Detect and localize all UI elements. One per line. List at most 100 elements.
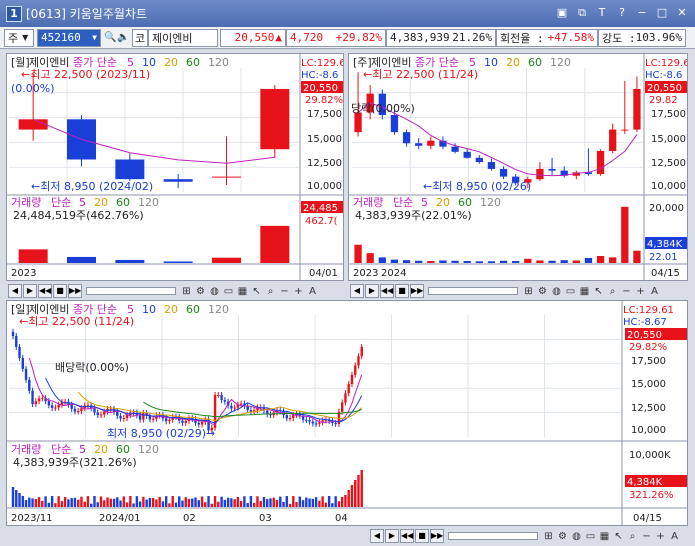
zoom-in-icon[interactable]: + bbox=[654, 530, 667, 543]
weekly-volume-tag: 4,384K bbox=[647, 239, 683, 250]
copy-window-icon[interactable]: ⧉ bbox=[575, 6, 589, 20]
weekly-y-tick: 12,500 bbox=[651, 158, 686, 169]
stop-button[interactable]: ■ bbox=[395, 284, 409, 298]
maximize-icon[interactable]: □ bbox=[655, 6, 669, 20]
daily-candle bbox=[93, 408, 96, 413]
zoom-icon[interactable]: ⌕ bbox=[606, 285, 619, 298]
daily-low-label: 최저 8,950 (02/29)→ bbox=[107, 427, 215, 440]
daily-price-tag: 20,550 bbox=[627, 330, 662, 341]
chevron-down-icon: ▼ bbox=[22, 33, 29, 42]
window-icon[interactable]: ▭ bbox=[584, 530, 597, 543]
forward-button[interactable]: ▶▶ bbox=[410, 284, 424, 298]
settings-icon[interactable]: ⚙ bbox=[536, 285, 549, 298]
daily-candle bbox=[148, 415, 152, 420]
crosshair-icon[interactable]: ⊞ bbox=[542, 530, 555, 543]
search-icon[interactable]: 🔍 bbox=[104, 31, 117, 44]
scroll-right-button[interactable]: ▶ bbox=[385, 529, 399, 543]
market-select[interactable]: 주 ▼ bbox=[4, 28, 34, 47]
draw-line-icon[interactable]: ↖ bbox=[250, 285, 263, 298]
scroll-right-button[interactable]: ▶ bbox=[365, 284, 379, 298]
minimize-icon[interactable]: − bbox=[635, 6, 649, 20]
stock-code-input[interactable]: 452160 ▼ bbox=[37, 28, 101, 47]
current-price: 20,550 bbox=[234, 31, 275, 44]
rewind-button[interactable]: ◀◀ bbox=[380, 284, 394, 298]
crosshair-icon[interactable]: ⊞ bbox=[522, 285, 535, 298]
font-icon[interactable]: A bbox=[668, 530, 681, 543]
crosshair-icon[interactable]: ⊞ bbox=[180, 285, 193, 298]
daily-volume-bar bbox=[266, 499, 269, 507]
scroll-left-button[interactable]: ◀ bbox=[350, 284, 364, 298]
text-icon[interactable]: T bbox=[595, 6, 609, 20]
weekly-volume-bar bbox=[415, 260, 423, 263]
close-icon[interactable]: ✕ bbox=[675, 6, 689, 20]
stop-button[interactable]: ■ bbox=[53, 284, 67, 298]
daily-candle bbox=[80, 408, 83, 412]
scroll-slider[interactable] bbox=[86, 287, 176, 295]
strength-label: 강도 : bbox=[602, 31, 636, 45]
price-change: 4,720 bbox=[290, 31, 324, 44]
weekly-hc-label: HC:-8.6 bbox=[645, 70, 682, 81]
zoom-out-icon[interactable]: − bbox=[620, 285, 633, 298]
forward-button[interactable]: ▶▶ bbox=[68, 284, 82, 298]
scroll-left-button[interactable]: ◀ bbox=[370, 529, 384, 543]
daily-chart-panel: [일] 제이엔비 종가 단순 5 10 20 60 120 ←최고 22,500 (11/24)… bbox=[6, 300, 688, 526]
weekly-candle bbox=[402, 132, 411, 144]
indicator-icon[interactable]: ◍ bbox=[550, 285, 563, 298]
help-icon[interactable]: ? bbox=[615, 6, 629, 20]
daily-volume-bar bbox=[285, 496, 288, 507]
daily-volume-bar bbox=[184, 497, 187, 507]
rewind-button[interactable]: ◀◀ bbox=[400, 529, 414, 543]
settings-icon[interactable]: ⚙ bbox=[556, 530, 569, 543]
daily-volume-bar bbox=[246, 503, 249, 507]
zoom-in-icon[interactable]: + bbox=[634, 285, 647, 298]
daily-candle bbox=[344, 393, 347, 403]
draw-line-icon[interactable]: ↖ bbox=[592, 285, 605, 298]
window-icon[interactable]: ▭ bbox=[222, 285, 235, 298]
draw-line-icon[interactable]: ↖ bbox=[612, 530, 625, 543]
daily-candle bbox=[217, 394, 220, 396]
daily-candle bbox=[357, 356, 360, 366]
daily-candle bbox=[76, 411, 80, 413]
zoom-icon[interactable]: ⌕ bbox=[264, 285, 277, 298]
scroll-slider[interactable] bbox=[428, 287, 518, 295]
layout-icon[interactable]: ▣ bbox=[555, 6, 569, 20]
grid-icon[interactable]: ▦ bbox=[578, 285, 591, 298]
scroll-right-button[interactable]: ▶ bbox=[23, 284, 37, 298]
window-icon[interactable]: ▭ bbox=[564, 285, 577, 298]
daily-x-right: 04/15 bbox=[633, 513, 662, 524]
zoom-out-icon[interactable]: − bbox=[278, 285, 291, 298]
settings-icon[interactable]: ⚙ bbox=[194, 285, 207, 298]
rewind-button[interactable]: ◀◀ bbox=[38, 284, 52, 298]
daily-candle bbox=[24, 368, 28, 380]
type-label: 코 bbox=[135, 31, 146, 45]
forward-button[interactable]: ▶▶ bbox=[430, 529, 444, 543]
daily-volume-bar bbox=[282, 501, 285, 507]
daily-volume-bar bbox=[213, 496, 217, 507]
weekly-candle bbox=[475, 157, 483, 163]
monthly-volume-tag: 24,485 bbox=[303, 203, 338, 214]
stock-name-box: 제이엔비 bbox=[148, 28, 218, 47]
daily-candle bbox=[119, 416, 122, 419]
font-icon[interactable]: A bbox=[306, 285, 319, 298]
speaker-icon[interactable]: 🔈 bbox=[117, 31, 130, 44]
scroll-left-button[interactable]: ◀ bbox=[8, 284, 22, 298]
font-icon[interactable]: A bbox=[648, 285, 661, 298]
grid-icon[interactable]: ▦ bbox=[598, 530, 611, 543]
scroll-slider[interactable] bbox=[448, 532, 538, 540]
indicator-icon[interactable]: ◍ bbox=[570, 530, 583, 543]
daily-volume-bar bbox=[298, 496, 302, 507]
weekly-high-label: ←최고 22,500 (11/24) bbox=[363, 68, 478, 81]
window-titlebar: 1 [0613] 키움일주월차트 ▣ ⧉ T ? − □ ✕ bbox=[0, 0, 695, 27]
weekly-volume-bar bbox=[609, 257, 617, 263]
zoom-in-icon[interactable]: + bbox=[292, 285, 305, 298]
weekly-volume-bar bbox=[572, 260, 580, 263]
zoom-out-icon[interactable]: − bbox=[640, 530, 653, 543]
monthly-volume-label: 거래량 bbox=[11, 196, 41, 209]
indicator-icon[interactable]: ◍ bbox=[208, 285, 221, 298]
daily-volume-bar bbox=[24, 500, 28, 507]
daily-volume-ma-label: 단순 bbox=[51, 443, 71, 456]
grid-icon[interactable]: ▦ bbox=[236, 285, 249, 298]
stop-button[interactable]: ■ bbox=[415, 529, 429, 543]
daily-volume-bar bbox=[174, 502, 178, 507]
zoom-icon[interactable]: ⌕ bbox=[626, 530, 639, 543]
